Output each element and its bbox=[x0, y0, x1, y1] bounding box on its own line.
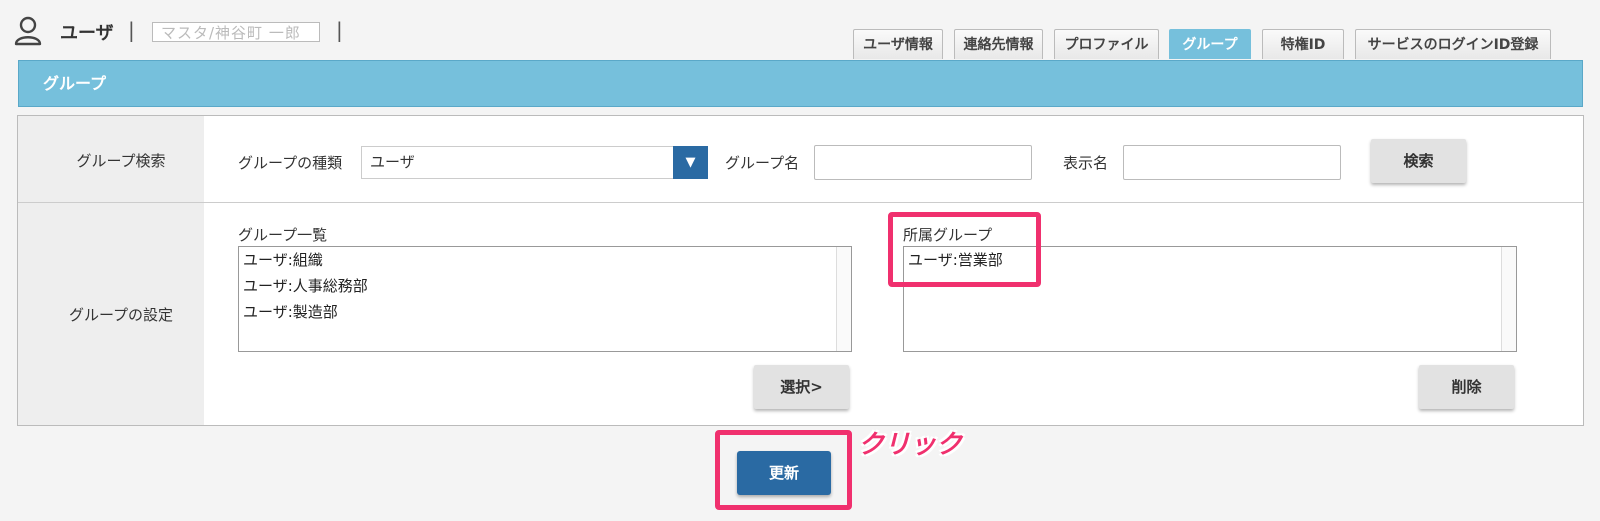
tab-user-info[interactable]: ユーザ情報 bbox=[853, 29, 943, 59]
list-item[interactable]: ユーザ:製造部 bbox=[239, 299, 851, 325]
list-item[interactable]: ユーザ:人事総務部 bbox=[239, 273, 851, 299]
header-separator: | bbox=[336, 18, 343, 42]
member-group-highlight bbox=[888, 212, 1041, 287]
user-name-field: マスタ/神谷町 一郎 bbox=[152, 22, 320, 42]
page-title: ユーザ bbox=[60, 23, 114, 44]
scrollbar[interactable] bbox=[836, 247, 851, 351]
display-name-label: 表示名 bbox=[1063, 154, 1109, 172]
group-name-label: グループ名 bbox=[725, 154, 800, 172]
delete-button[interactable]: 削除 bbox=[1419, 365, 1514, 409]
tab-group[interactable]: グループ bbox=[1169, 29, 1251, 59]
header-separator: | bbox=[128, 18, 135, 42]
select-button[interactable]: 選択> bbox=[754, 365, 849, 409]
display-name-input[interactable] bbox=[1123, 145, 1341, 180]
settings-row-label: グループの設定 bbox=[68, 306, 174, 324]
chevron-down-icon[interactable]: ▼ bbox=[673, 146, 708, 179]
tab-contact-info[interactable]: 連絡先情報 bbox=[954, 29, 1043, 59]
search-row-label: グループ検索 bbox=[76, 152, 166, 170]
update-button-highlight bbox=[715, 430, 852, 510]
tab-profile[interactable]: プロファイル bbox=[1054, 29, 1159, 59]
group-list[interactable]: ユーザ:組織 ユーザ:人事総務部 ユーザ:製造部 bbox=[238, 246, 852, 352]
user-icon bbox=[14, 16, 42, 46]
search-button[interactable]: 検索 bbox=[1371, 139, 1466, 183]
click-annotation: クリック bbox=[858, 430, 963, 460]
group-list-label: グループ一覧 bbox=[238, 226, 328, 244]
group-name-input[interactable] bbox=[814, 145, 1032, 180]
group-type-label: グループの種類 bbox=[238, 154, 343, 172]
section-header: グループ bbox=[18, 60, 1583, 107]
group-type-select[interactable]: ユーザ ▼ bbox=[361, 146, 708, 179]
tab-service-login-id[interactable]: サービスのログインID登録 bbox=[1355, 29, 1551, 59]
tab-privileged-id[interactable]: 特権ID bbox=[1262, 29, 1344, 59]
group-type-value: ユーザ bbox=[370, 153, 415, 171]
scrollbar[interactable] bbox=[1501, 247, 1516, 351]
row-divider bbox=[18, 202, 1583, 203]
list-item[interactable]: ユーザ:組織 bbox=[239, 247, 851, 273]
